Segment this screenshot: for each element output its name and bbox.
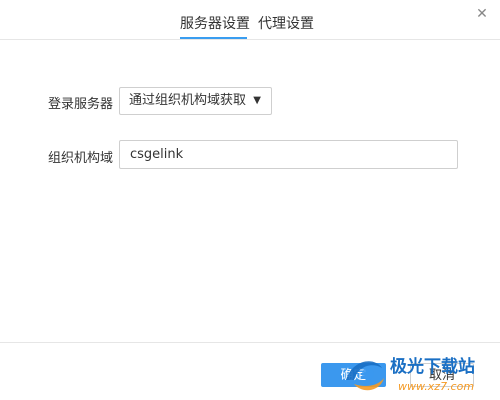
login-server-select[interactable]: 通过组织机构域获取 ▼ xyxy=(119,87,272,115)
ok-button[interactable]: 确定 xyxy=(321,363,386,387)
close-icon[interactable]: ✕ xyxy=(474,6,490,22)
cancel-button[interactable]: 取消 xyxy=(410,363,474,387)
dropdown-arrow-icon: ▼ xyxy=(253,95,261,106)
tab-proxy-settings[interactable]: 代理设置 xyxy=(258,9,314,39)
tab-server-settings[interactable]: 服务器设置 xyxy=(180,9,250,39)
dialog-footer: 确定 取消 xyxy=(0,342,500,400)
org-domain-label: 组织机构域 xyxy=(48,151,114,166)
login-server-label: 登录服务器 xyxy=(48,97,114,112)
login-server-value: 通过组织机构域获取 xyxy=(129,93,247,108)
tab-bar: 服务器设置 代理设置 ✕ xyxy=(0,0,500,40)
org-domain-input[interactable] xyxy=(119,140,458,169)
